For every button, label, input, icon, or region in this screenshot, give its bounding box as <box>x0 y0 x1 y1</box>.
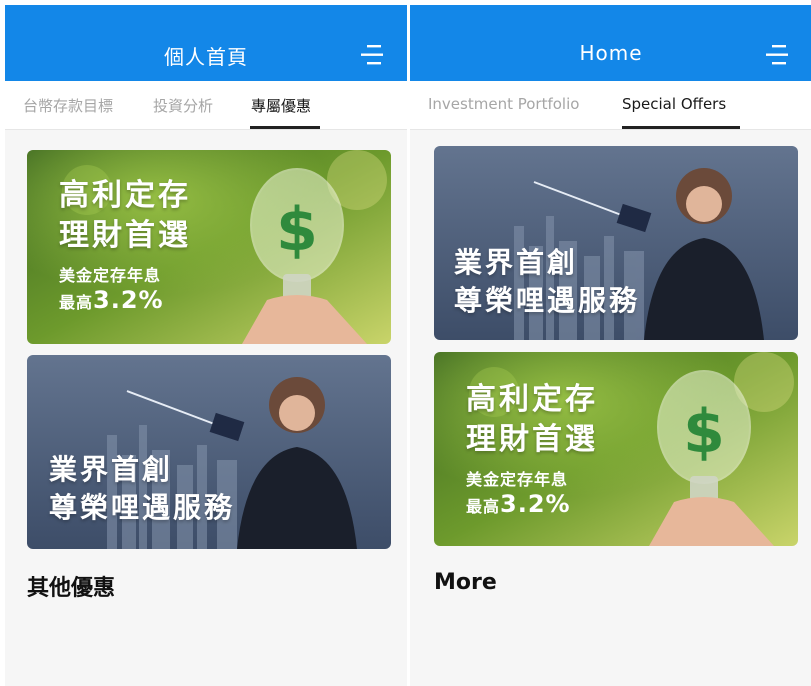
banner-headline-line2: 尊榮哩遇服務 <box>454 284 641 317</box>
banner-high-interest-deposit[interactable]: $ 高利定存 理財首選 美金定存年息 最高3.2% <box>434 352 798 546</box>
section-title-more: More <box>434 570 497 595</box>
page-title: Home <box>579 41 643 65</box>
menu-icon[interactable] <box>764 42 790 68</box>
chinese-screen: 個人首頁 台幣存款目標 投資分析 專屬優惠 $ 高利定存 理財首選 美金定存年息… <box>5 5 407 686</box>
header-bar: 個人首頁 <box>5 5 407 81</box>
banner-headline-line2: 理財首選 <box>466 422 598 457</box>
banner-rate-prefix: 最高 <box>59 293 94 312</box>
banner-vip-service[interactable]: 業界首創 尊榮哩遇服務 <box>27 355 391 549</box>
banner-subtitle: 美金定存年息 <box>59 266 162 285</box>
banner-high-interest-deposit[interactable]: $ 高利定存 理財首選 美金定存年息 最高3.2% <box>27 150 391 344</box>
banner-subtitle: 美金定存年息 <box>466 470 569 489</box>
banner-rate-prefix: 最高 <box>466 497 501 516</box>
banner-headline-line2: 尊榮哩遇服務 <box>49 491 236 524</box>
page-title: 個人首頁 <box>164 45 248 69</box>
tab-investment-analysis[interactable]: 投資分析 <box>153 95 213 116</box>
english-screen: Home Investment Portfolio Special Offers <box>410 5 811 686</box>
tab-special-offers[interactable]: Special Offers <box>622 95 726 113</box>
tab-bar: 台幣存款目標 投資分析 專屬優惠 <box>5 81 407 130</box>
banner-headline-line1: 業界首創 <box>49 453 174 486</box>
banner-headline-line1: 業界首創 <box>454 246 579 279</box>
banner-rate-value: 3.2% <box>500 490 571 518</box>
tab-special-offers[interactable]: 專屬優惠 <box>251 95 311 116</box>
header-bar: Home <box>410 5 811 81</box>
banner-headline-line2: 理財首選 <box>59 218 191 253</box>
banner-headline-line1: 高利定存 <box>59 178 191 213</box>
active-tab-indicator <box>622 126 740 129</box>
tab-twd-deposit-goal[interactable]: 台幣存款目標 <box>23 95 113 116</box>
active-tab-indicator <box>250 126 320 129</box>
tab-investment-portfolio[interactable]: Investment Portfolio <box>428 95 579 113</box>
svg-text:$: $ <box>683 397 725 467</box>
tab-bar: Investment Portfolio Special Offers <box>410 81 811 130</box>
section-title-other-offers: 其他優惠 <box>27 576 116 601</box>
banner-vip-service[interactable]: 業界首創 尊榮哩遇服務 <box>434 146 798 340</box>
menu-icon[interactable] <box>359 42 385 68</box>
banner-headline-line1: 高利定存 <box>466 382 598 417</box>
banner-rate-value: 3.2% <box>93 286 164 314</box>
svg-text:$: $ <box>276 195 318 265</box>
